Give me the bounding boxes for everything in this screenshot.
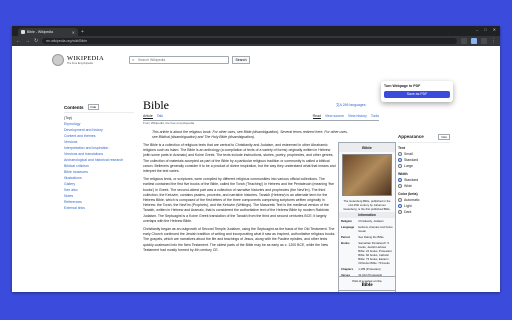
gutenberg-bible-image[interactable] [342,154,392,196]
paragraph: The Bible is a collection of religious t… [143,143,336,174]
close-tab-icon[interactable]: ✕ [72,30,75,35]
option-label: Dark [404,210,412,214]
search-button[interactable]: Search [232,56,250,64]
wiki-name: WIKIPEDIA [67,55,104,62]
infobox: Bible The Gutenberg Bible, published in … [338,142,396,292]
browser-tab[interactable]: Bible - Wikipedia ✕ [18,28,78,36]
toc-item[interactable]: External links [64,205,134,211]
back-icon[interactable]: ← [16,38,21,44]
toc-title: Contents [64,104,84,110]
close-window-icon[interactable]: ✕ [493,27,496,32]
wikipedia-favicon-icon [21,30,25,34]
wikipedia-globe-icon [52,54,64,66]
appearance-group-label: Color (beta) [398,192,418,196]
infobox-key: Books [341,241,350,245]
minimize-icon[interactable]: – [476,27,478,32]
popup-title: Turn Webpage to PDF [384,84,421,88]
appearance-group-label: Text [398,146,405,150]
radio-button[interactable] [398,178,402,182]
radio-button[interactable] [398,152,402,156]
appearance-group-label: Width [398,172,408,176]
appearance-panel: Appearance hide Text Small Standard Large Wid… [398,134,450,215]
pdf-extension-popup: Turn Webpage to PDF Save as PDF [381,81,453,102]
option-label: Large [404,164,413,168]
tab-title: Bible - Wikipedia [27,30,54,34]
infobox-value: Samaritan Pentateuch: 5 books, Jewish He… [358,241,392,265]
pdf-extension-icon[interactable] [471,38,477,44]
series-name[interactable]: Bible [339,283,395,288]
hatnote: This article is about the religious book… [152,130,348,139]
paragraph: Christianity began as an outgrowth of Se… [143,227,336,252]
table-of-contents: Contents hide (Top) Etymology Development a… [64,104,134,211]
appearance-hide-button[interactable]: hide [438,134,450,140]
search-icon: ⌕ [132,57,135,62]
paragraph: The religious texts, or scriptures, were… [143,177,335,223]
appearance-option[interactable]: Large [398,163,450,169]
extensions-icon[interactable] [461,38,467,44]
option-label: Wide [404,184,412,188]
radio-button[interactable] [398,158,402,162]
infobox-caption: The Gutenberg Bible, published in the mi… [343,199,391,211]
profile-icon[interactable] [481,38,487,44]
infobox-row: Books Samaritan Pentateuch: 5 books, Jewi… [339,240,395,266]
search-placeholder: Search Wikipedia [138,58,166,62]
radio-button[interactable] [398,210,402,214]
radio-button[interactable] [398,184,402,188]
from-wikipedia: From Wikipedia, the free encyclopedia [143,121,195,125]
radio-button[interactable] [398,198,402,202]
infobox-title: Bible [339,143,395,152]
search-input[interactable]: ⌕ Search Wikipedia [129,56,229,64]
appearance-option[interactable]: Dark [398,209,450,215]
radio-button[interactable] [398,204,402,208]
series-box: Part of a series on the Bible [338,276,396,291]
tab-tools[interactable]: Tools [371,114,379,119]
toc-hide-button[interactable]: hide [87,104,100,110]
wiki-tagline: The Free Encyclopedia [67,62,93,65]
appearance-option[interactable]: Wide [398,183,450,189]
tab-view-history[interactable]: View history [348,114,367,119]
article-body: The Bible is a collection of religious t… [143,143,337,256]
infobox-row: Language Hebrew, Aramaic and Koine Greek [339,224,395,234]
infobox-key: Language [341,225,355,229]
maximize-icon[interactable]: □ [484,27,486,32]
new-tab-icon[interactable]: + [81,28,84,36]
languages-button[interactable]: 文A 269 languages [336,103,366,108]
tab-read[interactable]: Read [312,114,321,119]
reload-icon[interactable]: ↻ [34,38,38,44]
menu-icon[interactable]: ⋮ [491,38,496,44]
appearance-title: Appearance [398,134,424,139]
toolbar: ← → ↻ en.wikipedia.org/wiki/Bible ⋮ [12,36,500,46]
tab-article[interactable]: Article [143,114,153,119]
forward-icon[interactable]: → [25,38,30,44]
tab-talk[interactable]: Talk [157,114,163,119]
tab-bar: Bible - Wikipedia ✕ + – □ ✕ [12,26,500,36]
tab-view-source[interactable]: View source [325,114,344,119]
browser-window: Bible - Wikipedia ✕ + – □ ✕ ← → ↻ en.wikip… [12,26,500,292]
save-as-pdf-button[interactable]: Save as PDF [384,91,450,98]
radio-button[interactable] [398,164,402,168]
page-title: Bible [143,98,169,112]
wikipedia-logo[interactable]: WIKIPEDIA The Free Encyclopedia [52,54,104,66]
article-tabs: Article Talk Read View source View histo… [143,114,379,121]
languages-label: 269 languages [342,103,366,107]
address-bar[interactable]: en.wikipedia.org/wiki/Bible [42,38,457,44]
infobox-value: Hebrew, Aramaic and Koine Greek [358,225,393,233]
